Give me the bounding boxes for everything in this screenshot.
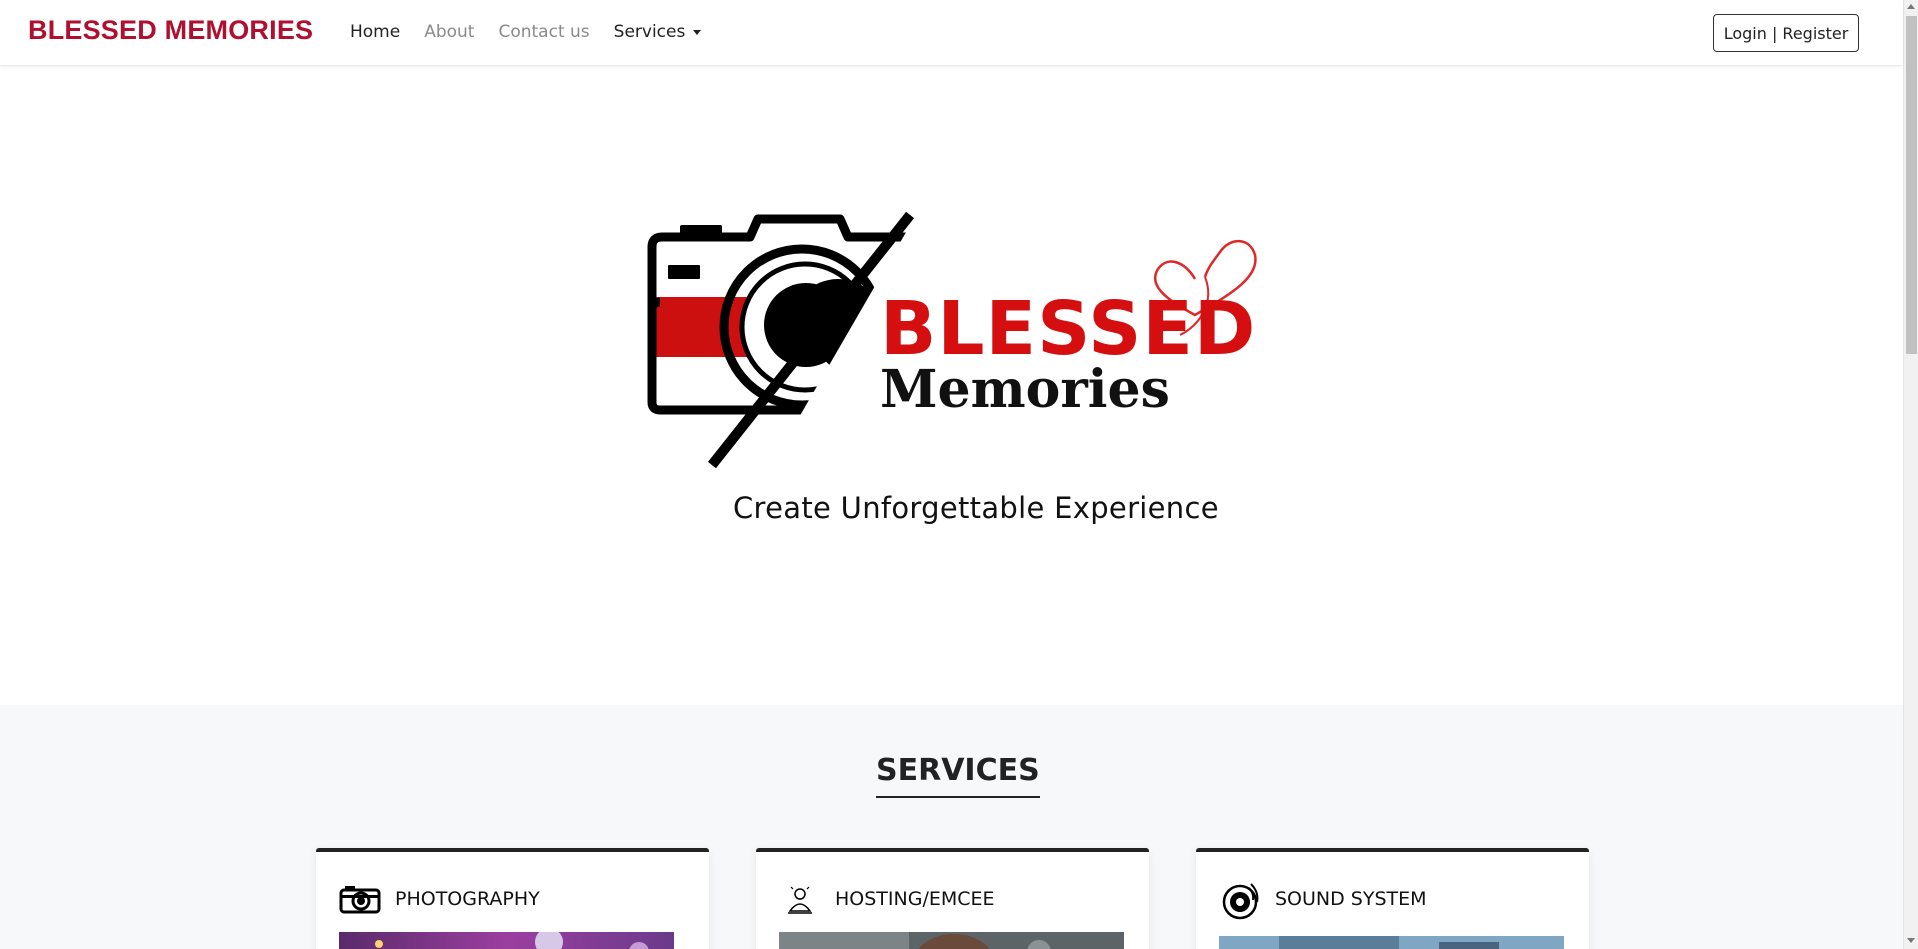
nav-contact[interactable]: Contact us	[498, 22, 589, 42]
hero-tagline: Create Unforgettable Experience	[733, 491, 1219, 525]
nav-services-dropdown[interactable]: Services	[614, 22, 702, 42]
hero-section: BLESSED Memories Create Unforgettable Ex…	[0, 67, 1903, 705]
card-title: PHOTOGRAPHY	[395, 888, 540, 910]
top-navbar: BLESSED MEMORIES Home About Contact us S…	[0, 0, 1903, 66]
services-section: SERVICES PHOTOGRAPHY HOSTING/EMCEE SOUND…	[0, 705, 1903, 949]
service-card-sound-system[interactable]: SOUND SYSTEM	[1196, 848, 1589, 949]
scrollbar-down-arrow[interactable]	[1907, 938, 1915, 943]
card-header: PHOTOGRAPHY	[339, 882, 540, 916]
sound-system-image	[1219, 936, 1564, 949]
page-scrollbar[interactable]	[1903, 0, 1918, 949]
service-card-hosting[interactable]: HOSTING/EMCEE	[756, 848, 1149, 949]
brand-logo-link[interactable]: BLESSED MEMORIES	[28, 15, 313, 46]
caret-down-icon	[693, 29, 702, 35]
card-header: HOSTING/EMCEE	[779, 882, 995, 916]
services-heading: SERVICES	[876, 753, 1040, 798]
nav-links: Home About Contact us Services	[350, 22, 725, 42]
nav-home[interactable]: Home	[350, 22, 400, 42]
login-register-button[interactable]: Login | Register	[1713, 14, 1859, 52]
logo-word-blessed: BLESSED	[880, 286, 1257, 372]
card-header: SOUND SYSTEM	[1219, 882, 1427, 920]
photography-image	[339, 932, 674, 949]
hosting-image	[779, 932, 1124, 949]
speaker-icon	[1219, 882, 1261, 920]
card-title: HOSTING/EMCEE	[835, 888, 995, 910]
card-title: SOUND SYSTEM	[1275, 888, 1427, 910]
scrollbar-up-arrow[interactable]	[1907, 4, 1915, 9]
nav-services-label: Services	[613, 22, 686, 42]
emcee-icon	[779, 882, 821, 916]
scrollbar-thumb[interactable]	[1906, 16, 1917, 354]
service-card-photography[interactable]: PHOTOGRAPHY	[316, 848, 709, 949]
nav-about[interactable]: About	[424, 22, 474, 42]
logo-word-memories: Memories	[880, 359, 1170, 420]
camera-icon	[339, 882, 381, 916]
